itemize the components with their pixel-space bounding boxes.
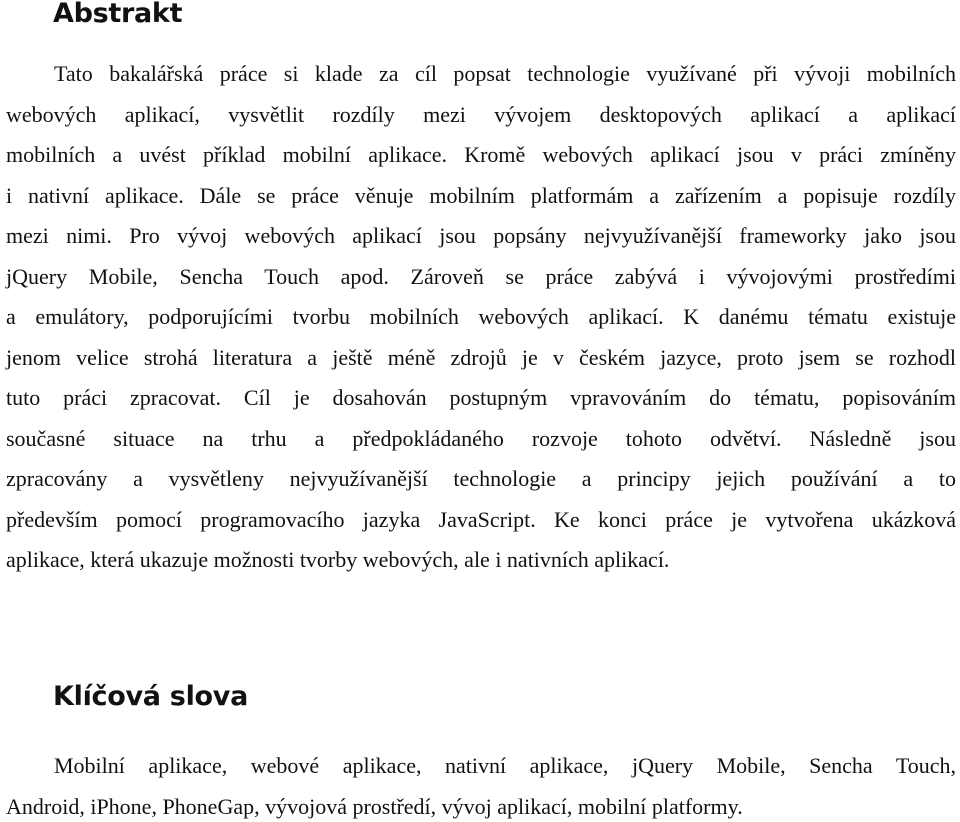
abstract-line: webových aplikací, vysvětlit rozdíly mez… [6,101,956,127]
abstract-line: současné situace na trhu a předpokládané… [6,425,956,451]
abstract-line: i nativní aplikace. Dále se práce věnuje… [6,182,956,208]
abstract-line: především pomocí programovacího jazyka J… [6,506,956,532]
abstract-line: aplikace, která ukazuje možnosti tvorby … [6,547,670,572]
abstract-heading: Abstrakt [53,0,183,29]
keywords-line: Android, iPhone, PhoneGap, vývojová pros… [6,793,743,819]
abstract-line: jQuery Mobile, Sencha Touch apod. Zárove… [6,263,956,289]
abstract-line: mobilních a uvést příklad mobilní aplika… [6,142,956,167]
abstract-line: zpracovány a vysvětleny nejvyužívanější … [6,466,956,491]
keywords-heading: Klíčová slova [53,681,249,712]
abstract-line: a emulátory, podporujícími tvorbu mobiln… [6,304,956,329]
abstract-line: Tato bakalářská práce si klade za cíl po… [54,61,956,86]
abstract-line: mezi nimi. Pro vývoj webových aplikací j… [6,223,956,248]
keywords-line: Mobilní aplikace, webové aplikace, nativ… [54,753,956,778]
abstract-line: tuto práci zpracovat. Cíl je dosahován p… [6,385,956,410]
abstract-line: jenom velice strohá literatura a ještě m… [6,344,956,370]
